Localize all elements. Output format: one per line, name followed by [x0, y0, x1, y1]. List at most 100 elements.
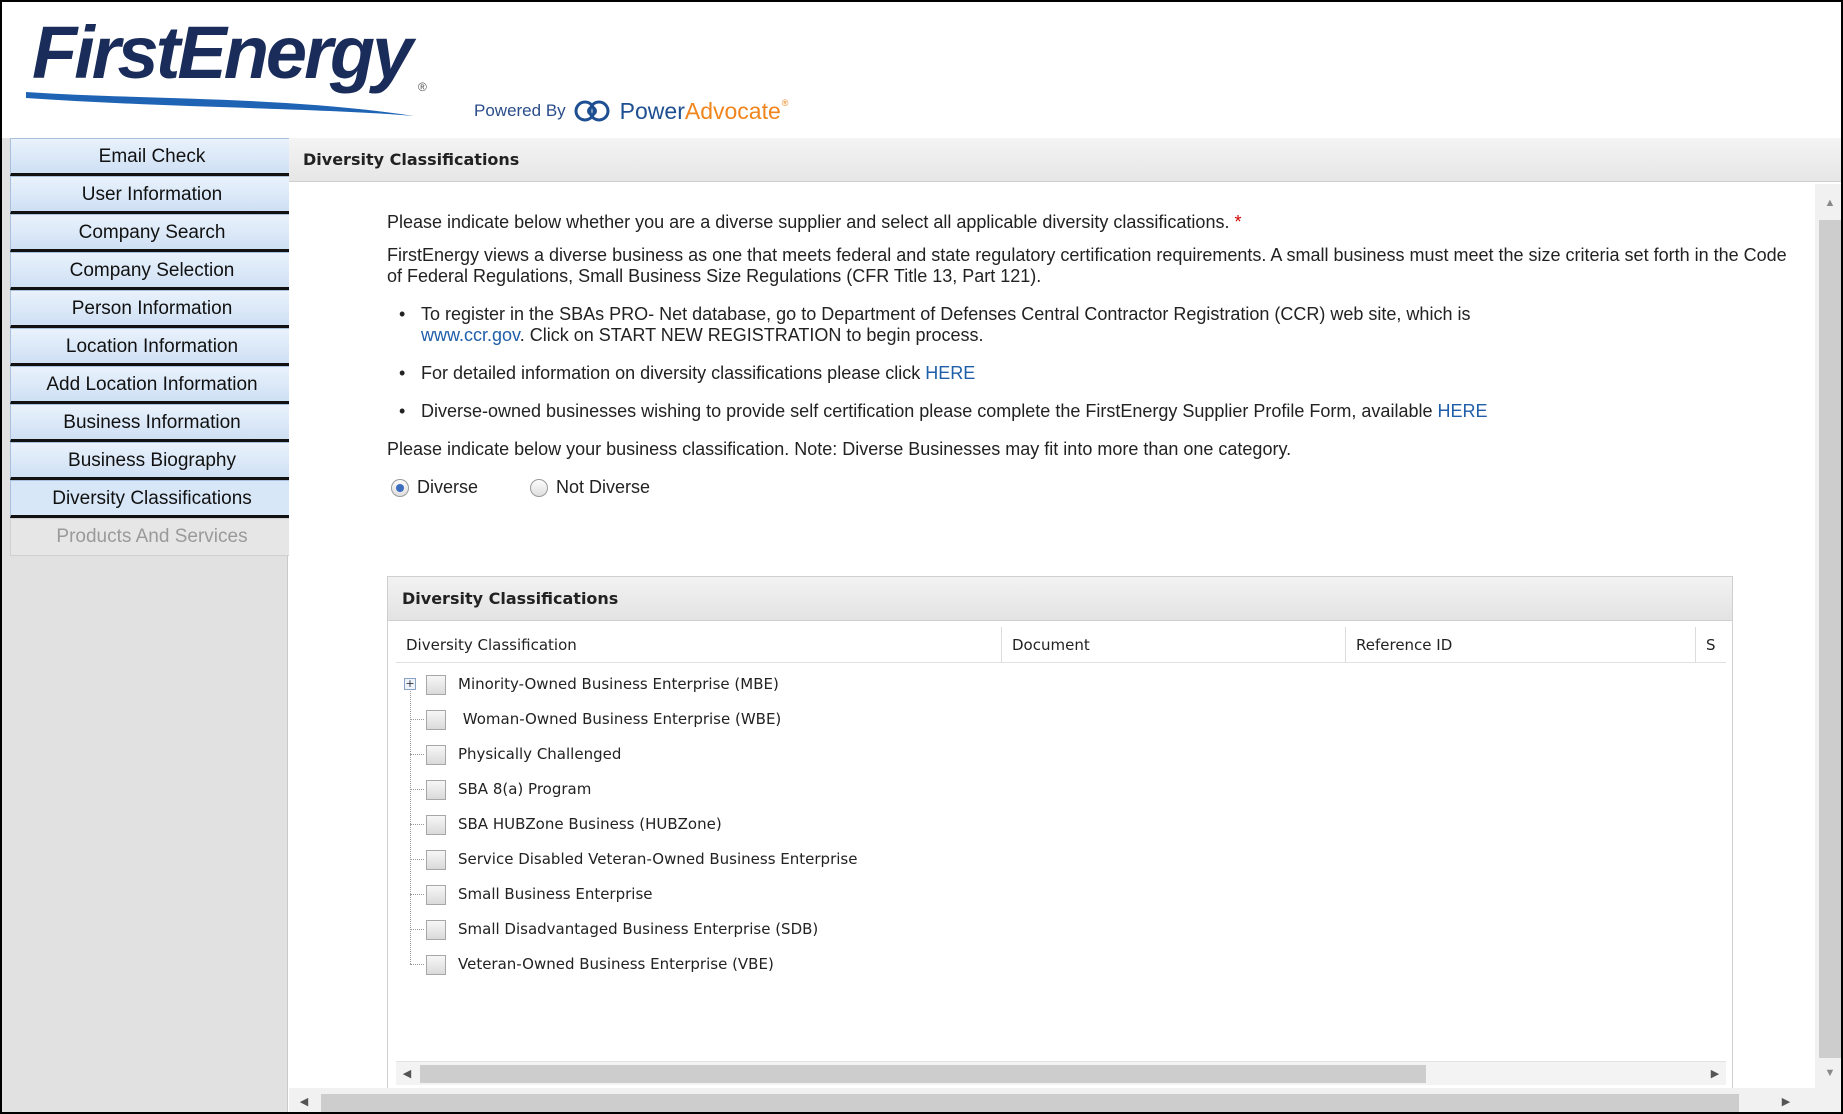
page-horizontal-scrollbar[interactable]: ◀ ▶ — [289, 1088, 1841, 1112]
page-vertical-scroll-thumb[interactable] — [1819, 220, 1841, 1058]
tree-label-wbe: Woman-Owned Business Enterprise (WBE) — [458, 710, 782, 728]
definition-paragraph: FirstEnergy views a diverse business as … — [387, 245, 1787, 286]
checkbox-sdvobe[interactable] — [426, 850, 446, 870]
scroll-right-icon[interactable]: ▶ — [1704, 1062, 1726, 1086]
intro-text: Please indicate below whether you are a … — [387, 212, 1230, 232]
scroll-down-icon[interactable]: ▼ — [1815, 1058, 1841, 1088]
bullet-dot-icon: • — [399, 401, 406, 421]
poweradvocate-advocate-text: Advocate — [684, 97, 781, 124]
page-horizontal-scroll-thumb[interactable] — [321, 1094, 1739, 1112]
diverse-radio-group: Diverse Not Diverse — [391, 477, 1811, 498]
expand-plus-icon[interactable]: + — [404, 678, 416, 690]
main-panel: Diversity Classifications Please indicat… — [289, 138, 1841, 1112]
sidebar-item-location-information[interactable]: Location Information — [10, 328, 294, 366]
powered-by-poweradvocate: Powered By Power Advocate ® — [474, 94, 788, 128]
checkbox-mbe[interactable] — [426, 675, 446, 695]
bullet-ccr-suffix: . Click on START NEW REGISTRATION to beg… — [519, 325, 984, 345]
column-header-reference-id[interactable]: Reference ID — [1346, 627, 1696, 663]
sidebar-item-diversity-classifications[interactable]: Diversity Classifications — [10, 480, 294, 518]
wizard-sidebar: Email Check User Information Company Sea… — [2, 138, 294, 1112]
tree-row-sbe: Small Business Enterprise — [396, 877, 1726, 912]
tree-label-physically-challenged: Physically Challenged — [458, 745, 622, 763]
firstenergy-logo: FirstEnergy — [32, 11, 413, 94]
scroll-up-icon[interactable]: ▲ — [1815, 188, 1841, 218]
tree-label-vbe: Veteran-Owned Business Enterprise (VBE) — [458, 955, 774, 973]
column-header-diversity-classification[interactable]: Diversity Classification — [396, 627, 1002, 663]
logo-registered-mark: ® — [418, 80, 427, 94]
bullet-ccr-text: To register in the SBAs PRO- Net databas… — [421, 304, 1471, 324]
bullet-self-cert-text: Diverse-owned businesses wishing to prov… — [421, 401, 1433, 421]
sidebar-item-email-check[interactable]: Email Check — [10, 138, 294, 176]
checkbox-sbe[interactable] — [426, 885, 446, 905]
diverse-radio[interactable] — [391, 478, 409, 497]
app-window: FirstEnergy ® Powered By Power Advocate ® … — [0, 0, 1843, 1114]
bullet-classification-info: • For detailed information on diversity … — [387, 363, 1811, 384]
tree-row-sdb: Small Disadvantaged Business Enterprise … — [396, 912, 1726, 947]
checkbox-sba-8a[interactable] — [426, 780, 446, 800]
classification-tree: + Minority-Owned Business Enterprise (MB… — [396, 667, 1726, 982]
required-asterisk: * — [1234, 212, 1242, 232]
tree-label-sdvobe: Service Disabled Veteran-Owned Business … — [458, 850, 858, 868]
tree-label-sdb: Small Disadvantaged Business Enterprise … — [458, 920, 819, 938]
diverse-radio-option[interactable]: Diverse — [391, 477, 478, 498]
tree-row-vbe: Veteran-Owned Business Enterprise (VBE) — [396, 947, 1726, 982]
page-vertical-scrollbar[interactable]: ▲ ▼ — [1815, 184, 1841, 1088]
bullet-dot-icon: • — [399, 304, 406, 324]
info-bullet-list: • To register in the SBAs PRO- Net datab… — [387, 304, 1811, 422]
diverse-radio-label: Diverse — [417, 477, 479, 497]
tree-label-mbe: Minority-Owned Business Enterprise (MBE) — [458, 675, 779, 693]
diversity-classifications-grid: Diversity Classifications Diversity Clas… — [387, 576, 1733, 1092]
header: FirstEnergy ® Powered By Power Advocate ® — [2, 2, 1841, 136]
bullet-self-certification: • Diverse-owned businesses wishing to pr… — [387, 401, 1811, 422]
checkbox-physically-challenged[interactable] — [426, 745, 446, 765]
classification-info-here-link[interactable]: HERE — [925, 363, 975, 383]
scroll-left-icon[interactable]: ◀ — [396, 1062, 418, 1086]
grid-header-row: Diversity Classification Document Refere… — [396, 627, 1726, 663]
sidebar-item-business-biography[interactable]: Business Biography — [10, 442, 294, 480]
grid-title: Diversity Classifications — [388, 577, 1732, 621]
powered-by-text: Powered By — [474, 101, 566, 120]
tree-connector-line — [410, 964, 424, 965]
tree-row-mbe: + Minority-Owned Business Enterprise (MB… — [396, 667, 1726, 702]
checkbox-vbe[interactable] — [426, 955, 446, 975]
supplier-profile-here-link[interactable]: HERE — [1438, 401, 1488, 421]
tree-row-sdvobe: Service Disabled Veteran-Owned Business … — [396, 842, 1726, 877]
sidebar-item-business-information[interactable]: Business Information — [10, 404, 294, 442]
sidebar-item-user-information[interactable]: User Information — [10, 176, 294, 214]
tree-connector-line — [410, 789, 424, 790]
not-diverse-radio-label: Not Diverse — [556, 477, 651, 497]
checkbox-hubzone[interactable] — [426, 815, 446, 835]
poweradvocate-logo-icon — [574, 100, 610, 122]
tree-row-sba-8a: SBA 8(a) Program — [396, 772, 1726, 807]
bullet-classification-text: For detailed information on diversity cl… — [421, 363, 921, 383]
poweradvocate-registered-mark: ® — [781, 98, 789, 108]
sidebar-item-company-search[interactable]: Company Search — [10, 214, 294, 252]
sidebar-item-person-information[interactable]: Person Information — [10, 290, 294, 328]
grid-horizontal-scrollbar[interactable]: ◀ ▶ — [396, 1061, 1726, 1085]
ccr-link[interactable]: www.ccr.gov — [421, 325, 520, 345]
not-diverse-radio-option[interactable]: Not Diverse — [530, 477, 650, 498]
tree-connector-line — [410, 929, 424, 930]
bullet-dot-icon: • — [399, 363, 406, 383]
sidebar-item-company-selection[interactable]: Company Selection — [10, 252, 294, 290]
tree-row-hubzone: SBA HUBZone Business (HUBZone) — [396, 807, 1726, 842]
bullet-ccr-registration: • To register in the SBAs PRO- Net datab… — [387, 304, 1737, 346]
checkbox-sdb[interactable] — [426, 920, 446, 940]
sidebar-item-products-and-services: Products And Services — [10, 518, 294, 556]
scroll-right-icon[interactable]: ▶ — [1775, 1090, 1797, 1112]
intro-paragraph: Please indicate below whether you are a … — [387, 212, 1811, 233]
tree-connector-line — [410, 894, 424, 895]
grid-scroll-thumb[interactable] — [420, 1065, 1426, 1083]
tree-connector-line — [410, 859, 424, 860]
column-header-document[interactable]: Document — [1002, 627, 1346, 663]
scroll-left-icon[interactable]: ◀ — [293, 1090, 315, 1112]
tree-connector-line — [410, 754, 424, 755]
checkbox-wbe[interactable] — [426, 710, 446, 730]
tree-connector-line — [410, 824, 424, 825]
tree-label-hubzone: SBA HUBZone Business (HUBZone) — [458, 815, 722, 833]
tree-row-wbe: Woman-Owned Business Enterprise (WBE) — [396, 702, 1726, 737]
sidebar-item-add-location-information[interactable]: Add Location Information — [10, 366, 294, 404]
not-diverse-radio[interactable] — [530, 478, 549, 497]
poweradvocate-power-text: Power — [619, 97, 685, 124]
column-header-truncated[interactable]: S — [1696, 627, 1726, 663]
